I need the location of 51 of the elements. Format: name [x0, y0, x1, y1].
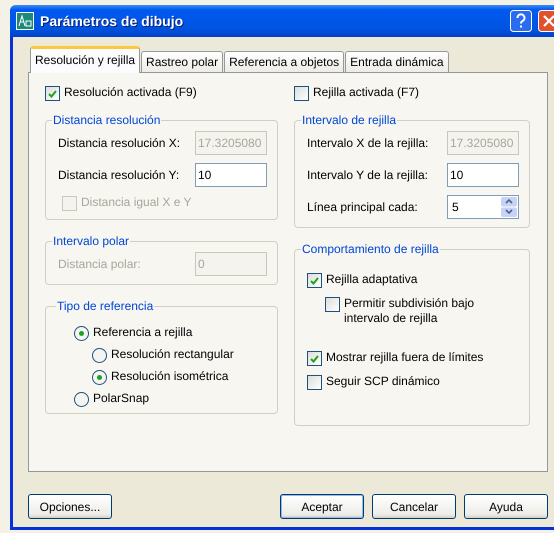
close-icon[interactable]: [538, 10, 554, 32]
checkbox-label: Mostrar rejilla fuera de límites: [326, 350, 484, 364]
tab[interactable]: Rastreo polar: [141, 51, 224, 72]
checkbox-label: Rejilla activada (F7): [313, 85, 420, 99]
spinner-field[interactable]: 5: [447, 195, 519, 219]
radio-label: Referencia a rejilla: [93, 325, 192, 339]
checkbox[interactable]: [307, 375, 322, 390]
group-title: Intervalo polar: [52, 234, 130, 248]
checkbox[interactable]: [307, 273, 322, 288]
radio-button[interactable]: [92, 348, 107, 363]
radio-button[interactable]: [92, 370, 107, 385]
checkbox[interactable]: [325, 297, 340, 312]
radio-button[interactable]: [74, 326, 89, 341]
checkmark-icon: [310, 354, 319, 362]
checkbox-label: Distancia igual X e Y: [81, 195, 192, 209]
radio-label: PolarSnap: [93, 391, 150, 405]
input-field[interactable]: 10: [447, 163, 519, 187]
field-label: Distancia polar:: [58, 257, 141, 271]
checkbox-label: Seguir SCP dinámico: [326, 374, 440, 388]
checkbox[interactable]: [307, 351, 322, 366]
window-title: Parámetros de dibujo: [40, 13, 184, 29]
tab[interactable]: Entrada dinámica: [345, 51, 449, 72]
group-title: Comportamiento de rejilla: [301, 242, 440, 256]
group-title: Distancia resolución: [52, 113, 162, 127]
group-title: Tipo de referencia: [56, 299, 154, 313]
checkbox-label: Resolución activada (F9): [64, 85, 197, 99]
help-icon[interactable]: [510, 10, 532, 32]
tab[interactable]: Resolución y rejilla: [30, 46, 140, 73]
radio-button[interactable]: [74, 392, 89, 407]
dialog-button[interactable]: Aceptar: [280, 494, 364, 519]
checkbox[interactable]: [45, 86, 60, 101]
radio-label: Resolución isométrica: [111, 369, 228, 383]
checkbox-label: Permitir subdivisión bajo intervalo de rejilla: [344, 296, 476, 326]
field-label: Intervalo Y de la rejilla:: [307, 168, 428, 182]
radio-label: Resolución rectangular: [111, 347, 234, 361]
dialog-button[interactable]: Cancelar: [372, 494, 456, 519]
checkmark-icon: [48, 90, 57, 98]
input-field[interactable]: 10: [195, 163, 267, 187]
options-button[interactable]: Opciones...: [28, 494, 112, 519]
group-title: Intervalo de rejilla: [301, 113, 398, 127]
app-icon: [16, 12, 34, 30]
field-label: Línea principal cada:: [307, 200, 418, 214]
tab[interactable]: Referencia a objetos: [224, 51, 344, 72]
spinner-arrows-icon[interactable]: [501, 197, 517, 217]
dialog-button[interactable]: Ayuda: [464, 494, 548, 519]
checkmark-icon: [310, 276, 319, 284]
field-label: Intervalo X de la rejilla:: [307, 136, 428, 150]
field-label: Distancia resolución X:: [58, 136, 180, 150]
checkbox[interactable]: [294, 86, 309, 101]
checkbox-label: Rejilla adaptativa: [326, 272, 418, 286]
field-label: Distancia resolución Y:: [58, 168, 180, 182]
